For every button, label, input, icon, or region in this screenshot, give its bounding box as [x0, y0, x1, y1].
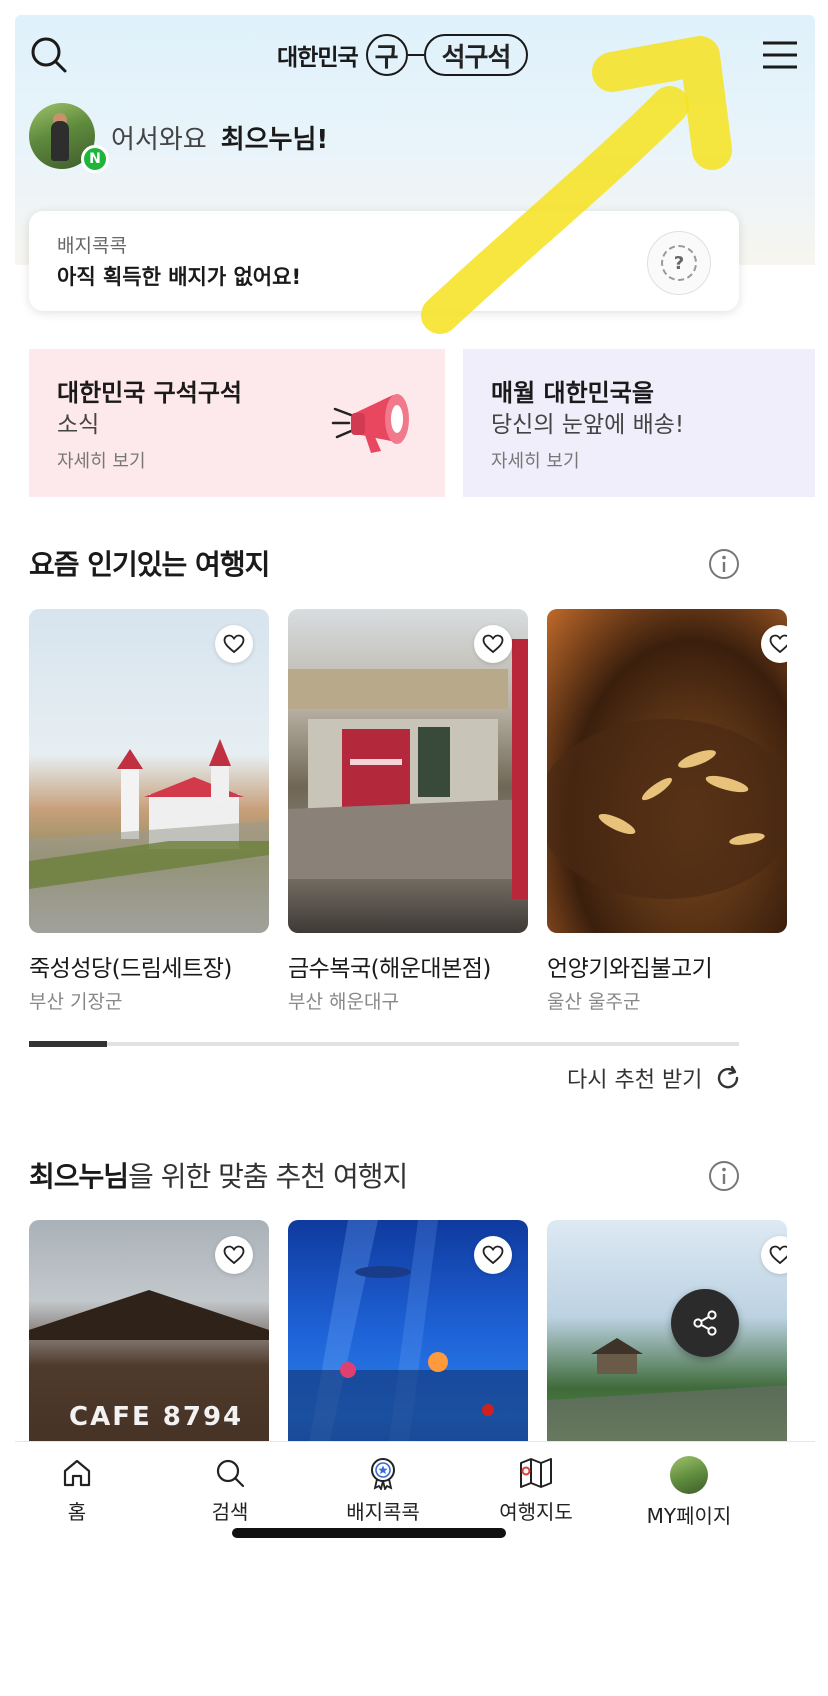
greeting-text: 어서와요 최으누님!: [111, 119, 328, 156]
nav-label: 여행지도: [499, 1500, 573, 1524]
nav-label: 검색: [211, 1500, 249, 1524]
greeting-prefix: 어서와요: [111, 125, 207, 155]
share-button[interactable]: [671, 1289, 739, 1357]
logo-pill: 석구석: [423, 34, 529, 76]
info-icon[interactable]: [708, 548, 740, 580]
bottom-navigation: 홈 검색 배지콕콕 여행지도 MY페이지: [15, 1441, 815, 1681]
nav-label: 배지콕콕: [346, 1500, 420, 1524]
place-name: 언양기와집불고기: [547, 956, 713, 982]
badge-help-button[interactable]: ?: [647, 231, 711, 295]
nav-map[interactable]: 여행지도: [476, 1456, 596, 1525]
place-name: 죽성성당(드림세트장): [29, 956, 232, 982]
badge-card[interactable]: 배지콕콕 아직 획득한 배지가 없어요! ?: [29, 211, 739, 311]
logo-dash: [407, 53, 424, 57]
place-image: [288, 609, 528, 933]
recommend-user-name: 최으누님: [29, 1160, 129, 1193]
nav-badge[interactable]: 배지콕콕: [323, 1456, 443, 1525]
recommend-title-rest: 을 위한 맞춤 추천 여행지: [128, 1160, 408, 1193]
carousel-scroll-thumb[interactable]: [29, 1041, 107, 1047]
nav-label: 홈: [67, 1500, 87, 1524]
banner-delivery[interactable]: 매월 대한민국을 당신의 눈앞에 배송! 자세히 보기: [463, 349, 815, 497]
banner-title: 대한민국 구석구석: [57, 379, 242, 407]
logo-circle: 구: [365, 34, 408, 76]
banner-news[interactable]: 대한민국 구석구석 소식 자세히 보기: [29, 349, 445, 497]
question-icon: ?: [661, 245, 697, 281]
place-image: [29, 609, 269, 933]
place-location: 울산 울주군: [547, 991, 641, 1013]
badge-card-label: 배지콕콕: [57, 235, 127, 257]
favorite-button[interactable]: [474, 625, 512, 663]
avatar: [670, 1456, 708, 1494]
menu-button[interactable]: [757, 33, 801, 77]
share-icon: [693, 1310, 717, 1336]
map-icon: [520, 1458, 552, 1488]
heart-icon: [482, 1245, 504, 1265]
nav-mypage[interactable]: MY페이지: [629, 1456, 749, 1529]
refresh-recommendation-button[interactable]: 다시 추천 받기: [567, 1062, 742, 1094]
place-name: 금수복국(해운대본점): [288, 956, 491, 982]
logo-word: 대한민국: [277, 45, 359, 71]
banner-subtitle: 당신의 눈앞에 배송!: [491, 412, 685, 438]
recommend-section-title: 최으누님을 위한 맞춤 추천 여행지: [29, 1155, 408, 1195]
search-icon: [216, 1459, 245, 1488]
banner-more-link[interactable]: 자세히 보기: [57, 447, 146, 473]
user-name: 최으누님!: [220, 125, 329, 155]
home-icon: [63, 1459, 91, 1487]
banner-subtitle: 소식: [57, 412, 100, 438]
refresh-icon: [718, 1065, 739, 1089]
heart-icon: [769, 1245, 787, 1265]
home-indicator: [232, 1528, 506, 1538]
favorite-button[interactable]: [215, 625, 253, 663]
banner-title: 매월 대한민국을: [491, 379, 654, 407]
place-location: 부산 기장군: [29, 991, 123, 1013]
badge-icon: [371, 1458, 395, 1490]
cafe-sign: CAFE 8794: [69, 1402, 243, 1432]
favorite-button[interactable]: [215, 1236, 253, 1274]
heart-icon: [769, 634, 787, 654]
popular-section-title: 요즘 인기있는 여행지: [29, 548, 270, 581]
place-image: [547, 609, 787, 933]
heart-icon: [223, 634, 245, 654]
search-icon: [31, 37, 67, 73]
heart-icon: [223, 1245, 245, 1265]
heart-icon: [482, 634, 504, 654]
carousel-scroll-track: [29, 1042, 739, 1046]
nav-home[interactable]: 홈: [17, 1456, 137, 1525]
banner-more-link[interactable]: 자세히 보기: [491, 447, 580, 473]
hamburger-icon: [763, 41, 797, 69]
bulgogi-illustration: [547, 719, 787, 899]
megaphone-icon: [331, 394, 409, 453]
info-icon[interactable]: [708, 1160, 740, 1192]
badge-card-message: 아직 획득한 배지가 없어요!: [57, 265, 302, 289]
refresh-label: 다시 추천 받기: [567, 1068, 703, 1093]
place-location: 부산 해운대구: [288, 991, 399, 1013]
nav-search[interactable]: 검색: [170, 1456, 290, 1525]
favorite-button[interactable]: [474, 1236, 512, 1274]
nav-label: MY페이지: [646, 1504, 732, 1528]
app-screen: 대한민국 구 석구석 N 어서와요 최으누님! 배지콕콕 아직 획득한 배지가 없…: [15, 15, 815, 1681]
app-logo[interactable]: 대한민국 구 석구석: [277, 27, 567, 83]
naver-login-badge: N: [81, 145, 109, 173]
search-button[interactable]: [27, 33, 71, 77]
